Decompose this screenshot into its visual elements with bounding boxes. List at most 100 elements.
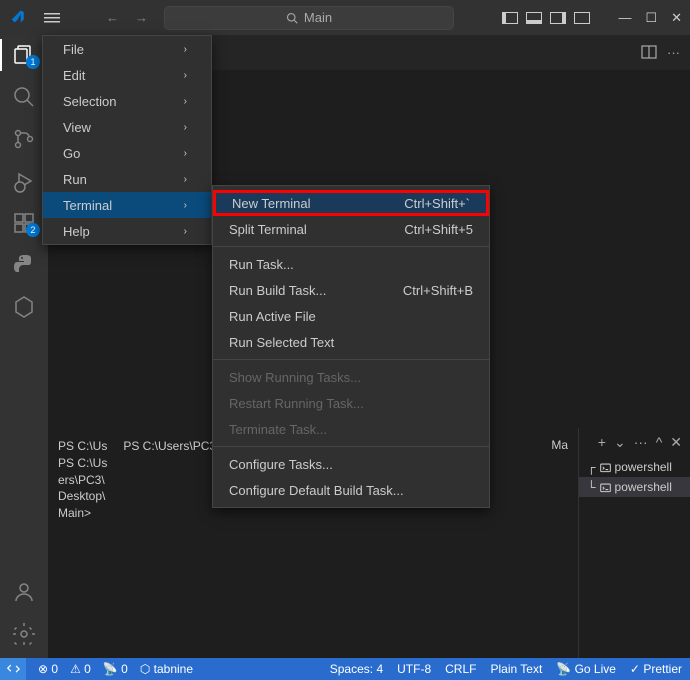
search-icon[interactable] [12, 85, 36, 109]
submenu-label: New Terminal [232, 196, 311, 211]
menu-help[interactable]: Help› [43, 218, 211, 244]
nav-forward-icon[interactable]: → [135, 10, 148, 25]
terminal-maximize-icon[interactable]: ^ [656, 434, 663, 451]
remote-indicator[interactable] [0, 658, 26, 680]
layout-sidebar-right-icon[interactable] [550, 12, 566, 24]
submenu-configure-default[interactable]: Configure Default Build Task... [213, 477, 489, 503]
tab-actions: ··· [641, 45, 690, 60]
submenu-label: Terminate Task... [229, 422, 327, 437]
status-tabnine[interactable]: ⬡ tabnine [140, 662, 193, 676]
source-control-icon[interactable] [12, 127, 36, 151]
python-icon[interactable] [12, 253, 36, 277]
terminal-close-icon[interactable]: ✕ [670, 434, 682, 451]
status-spaces[interactable]: Spaces: 4 [330, 662, 383, 676]
terminal-item[interactable]: ┌ powershell [579, 457, 690, 477]
submenu-label: Restart Running Task... [229, 396, 364, 411]
layout-panel-icon[interactable] [526, 12, 542, 24]
titlebar-right: — ☐ ✕ [502, 10, 682, 26]
submenu-label: Run Task... [229, 257, 294, 272]
status-warnings[interactable]: ⚠ 0 [70, 662, 91, 676]
chevron-right-icon: › [184, 44, 187, 55]
status-prettier[interactable]: ✓ Prettier [630, 662, 682, 676]
terminal-name: powershell [615, 460, 672, 474]
menu-file[interactable]: File › [43, 36, 211, 62]
terminal-extra: Ma [551, 438, 568, 648]
submenu-new-terminal[interactable]: New Terminal Ctrl+Shift+` [213, 190, 489, 216]
submenu-run-active-file[interactable]: Run Active File [213, 303, 489, 329]
search-text: Main [304, 10, 332, 25]
submenu-shortcut: Ctrl+Shift+5 [404, 222, 473, 237]
activity-bar: 1 2 [0, 35, 48, 658]
account-icon[interactable] [12, 580, 36, 604]
nav-back-icon[interactable]: ← [106, 10, 119, 25]
explorer-badge: 1 [26, 55, 40, 69]
menu-separator [213, 446, 489, 447]
submenu-label: Split Terminal [229, 222, 307, 237]
terminal-header: + ⌄ ··· ^ ✕ [579, 434, 690, 457]
submenu-split-terminal[interactable]: Split Terminal Ctrl+Shift+5 [213, 216, 489, 242]
terminal-output-left: PS C:\Us PS C:\Us ers\PC3\ Desktop\ Main… [58, 438, 107, 648]
chevron-right-icon: › [184, 200, 187, 211]
terminal-shell-icon [600, 482, 611, 493]
menu-edit[interactable]: Edit › [43, 62, 211, 88]
run-debug-icon[interactable] [12, 169, 36, 193]
terminal-tree-icon: └ [587, 480, 596, 494]
menu-go[interactable]: Go› [43, 140, 211, 166]
activity-bottom [12, 580, 36, 658]
vscode-logo-icon [8, 9, 38, 27]
status-bar: ⊗ 0 ⚠ 0 📡 0 ⬡ tabnine Spaces: 4 UTF-8 CR… [0, 658, 690, 680]
menu-run[interactable]: Run › [43, 166, 211, 192]
submenu-run-selected[interactable]: Run Selected Text [213, 329, 489, 355]
more-icon[interactable]: ··· [667, 45, 680, 60]
hex-icon[interactable] [12, 295, 36, 319]
chevron-right-icon: › [184, 122, 187, 133]
status-eol[interactable]: CRLF [445, 662, 476, 676]
submenu-label: Run Build Task... [229, 283, 326, 298]
chevron-right-icon: › [184, 70, 187, 81]
menu-label: Selection [63, 94, 116, 109]
maximize-icon[interactable]: ☐ [645, 10, 657, 26]
status-errors[interactable]: ⊗ 0 [38, 662, 58, 676]
main-menu-dropdown: File› Edit› Selection› View› Go› Run› Te… [42, 35, 212, 245]
terminal-name: powershell [615, 480, 672, 494]
titlebar: ← → Main — ☐ ✕ [0, 0, 690, 35]
close-icon[interactable]: ✕ [671, 10, 682, 26]
submenu-configure-tasks[interactable]: Configure Tasks... [213, 451, 489, 477]
terminal-more-icon[interactable]: ··· [634, 434, 648, 451]
terminal-new-icon[interactable]: + [598, 434, 606, 451]
terminal-item[interactable]: └ powershell [579, 477, 690, 497]
split-editor-icon[interactable] [641, 45, 657, 60]
menu-terminal[interactable]: Terminal› [43, 192, 211, 218]
extensions-icon[interactable]: 2 [12, 211, 36, 235]
hamburger-menu-button[interactable] [38, 4, 66, 32]
menu-label: Run [63, 172, 87, 187]
terminal-chevron-down-icon[interactable]: ⌄ [614, 434, 626, 451]
terminal-tree-icon: ┌ [587, 460, 596, 474]
submenu-shortcut: Ctrl+Shift+` [404, 196, 470, 211]
submenu-shortcut: Ctrl+Shift+B [403, 283, 473, 298]
chevron-right-icon: › [184, 174, 187, 185]
status-golive[interactable]: 📡 Go Live [556, 662, 616, 676]
status-right: Spaces: 4 UTF-8 CRLF Plain Text 📡 Go Liv… [330, 662, 682, 676]
submenu-run-task[interactable]: Run Task... [213, 251, 489, 277]
chevron-right-icon: › [184, 148, 187, 159]
submenu-restart-running: Restart Running Task... [213, 390, 489, 416]
menu-separator [213, 246, 489, 247]
submenu-show-running: Show Running Tasks... [213, 364, 489, 390]
status-encoding[interactable]: UTF-8 [397, 662, 431, 676]
menu-label: File [63, 42, 84, 57]
menu-label: Edit [63, 68, 85, 83]
submenu-run-build-task[interactable]: Run Build Task... Ctrl+Shift+B [213, 277, 489, 303]
settings-gear-icon[interactable] [12, 622, 36, 646]
layout-custom-icon[interactable] [574, 12, 590, 24]
layout-sidebar-left-icon[interactable] [502, 12, 518, 24]
menu-view[interactable]: View › [43, 114, 211, 140]
minimize-icon[interactable]: — [618, 10, 631, 26]
status-language[interactable]: Plain Text [490, 662, 542, 676]
explorer-icon[interactable]: 1 [12, 43, 36, 67]
command-center-search[interactable]: Main [164, 6, 454, 30]
menu-selection[interactable]: Selection› [43, 88, 211, 114]
status-ports[interactable]: 📡 0 [103, 662, 128, 676]
menu-label: Help [63, 224, 90, 239]
menu-label: View [63, 120, 91, 135]
